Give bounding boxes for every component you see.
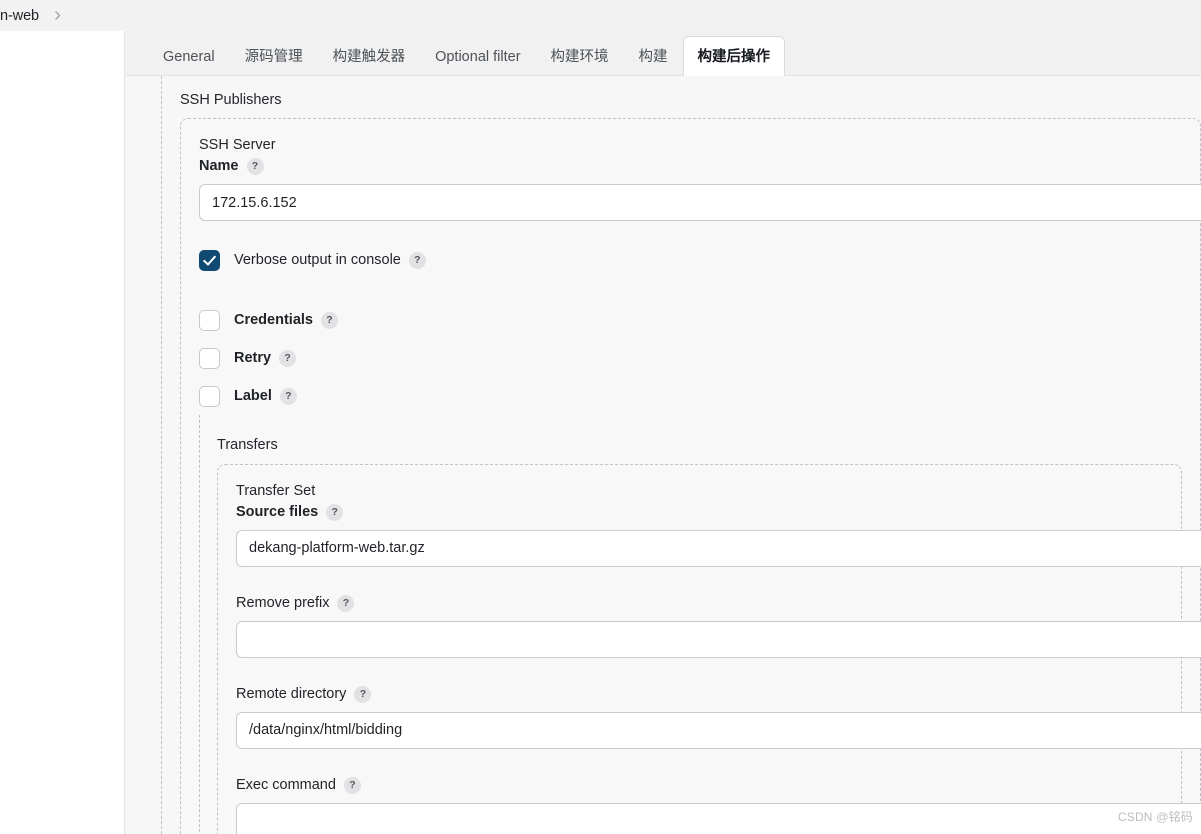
exec-command-label: Exec command (236, 776, 336, 793)
ssh-publishers-section: SSH Publishers SSH Server Name ? V (161, 76, 1201, 834)
checkbox-retry[interactable] (199, 347, 220, 369)
ssh-server-heading: SSH Server (199, 137, 276, 154)
transfer-set-heading: Transfer Set (236, 482, 316, 499)
breadcrumb: n-web (0, 0, 152, 31)
remote-directory-label: Remote directory (236, 685, 347, 702)
help-icon[interactable]: ? (279, 349, 297, 367)
remove-prefix-label-row: Remove prefix ? (236, 593, 1163, 614)
checkbox-row-retry[interactable]: Retry ? (199, 339, 1182, 377)
ssh-server-name-label: Name (199, 158, 239, 175)
tab-general[interactable]: General (148, 36, 230, 76)
checkbox-label-credentials[interactable]: Credentials (234, 312, 313, 328)
chevron-right-icon (51, 9, 64, 22)
ssh-options-checkbox-list: Verbose output in console ? Credentials … (199, 241, 1182, 415)
remote-directory-input[interactable] (236, 711, 1201, 749)
source-files-label: Source files (236, 503, 319, 520)
remote-directory-label-row: Remote directory ? (236, 684, 1163, 705)
watermark: CSDN @铭码 (1117, 810, 1193, 824)
breadcrumb-current-item[interactable]: n-web (0, 8, 39, 24)
checkbox-row-credentials[interactable]: Credentials ? (199, 301, 1182, 339)
tab-build[interactable]: 构建 (624, 36, 683, 76)
tab-post-build-actions[interactable]: 构建后操作 (682, 36, 786, 76)
job-configuration-area: General 源码管理 构建触发器 Optional filter 构建环境 … (126, 0, 1201, 834)
source-files-input[interactable] (236, 529, 1201, 567)
exec-command-field: Exec command ? (236, 775, 1201, 834)
checkbox-label-verbose-output[interactable]: Verbose output in console (234, 252, 401, 268)
tab-build-triggers[interactable]: 构建触发器 (318, 36, 421, 76)
help-icon[interactable]: ? (354, 685, 372, 703)
remote-directory-field: Remote directory ? (236, 684, 1201, 749)
config-tab-bar: General 源码管理 构建触发器 Optional filter 构建环境 … (126, 0, 1201, 76)
checkbox-row-verbose-output[interactable]: Verbose output in console ? (199, 241, 1182, 279)
checkbox-label-label[interactable]: Label (234, 388, 272, 404)
config-body: SSH Publishers SSH Server Name ? V (126, 76, 1201, 834)
help-icon[interactable]: ? (320, 311, 338, 329)
help-icon[interactable]: ? (246, 158, 264, 176)
checkbox-row-label[interactable]: Label ? (199, 377, 1182, 415)
transfers-title: Transfers (217, 437, 278, 454)
remove-prefix-input[interactable] (236, 620, 1201, 658)
ssh-publishers-title: SSH Publishers (180, 92, 282, 108)
help-icon[interactable]: ? (326, 503, 344, 521)
checkbox-label-retry[interactable]: Retry (234, 350, 271, 366)
ssh-server-name-field: Name ? (199, 156, 1201, 222)
help-icon[interactable]: ? (408, 251, 426, 269)
help-icon[interactable]: ? (337, 594, 355, 612)
checkbox-credentials[interactable] (199, 309, 220, 331)
tab-build-environment[interactable]: 构建环境 (536, 36, 624, 76)
exec-command-label-row: Exec command ? (236, 775, 1163, 796)
tab-optional-filter[interactable]: Optional filter (420, 36, 535, 76)
ssh-server-name-label-row: Name ? (199, 156, 1182, 177)
source-files-field: Source files ? (236, 502, 1201, 567)
exec-command-input[interactable] (236, 802, 1201, 834)
source-files-label-row: Source files ? (236, 502, 1163, 523)
transfers-section: Transfers Transfer Set Source files ? de… (199, 415, 1201, 834)
checkbox-verbose-output[interactable] (199, 249, 220, 271)
transfer-set-block: Transfer Set Source files ? dekang-platf… (217, 463, 1201, 834)
checkbox-label-option[interactable] (199, 385, 220, 407)
sidebar-panel (0, 31, 125, 834)
remove-prefix-field: Remove prefix ? (236, 593, 1201, 658)
remove-prefix-label: Remove prefix (236, 594, 330, 611)
help-icon[interactable]: ? (343, 776, 361, 794)
ssh-server-block: SSH Server Name ? Verbose output in cons… (180, 118, 1201, 834)
ssh-server-name-input[interactable] (199, 184, 1201, 222)
help-icon[interactable]: ? (279, 387, 297, 405)
tab-source-code-management[interactable]: 源码管理 (230, 36, 318, 76)
app-root: n-web General 源码管理 构建触发器 Optional filter… (0, 0, 1201, 834)
